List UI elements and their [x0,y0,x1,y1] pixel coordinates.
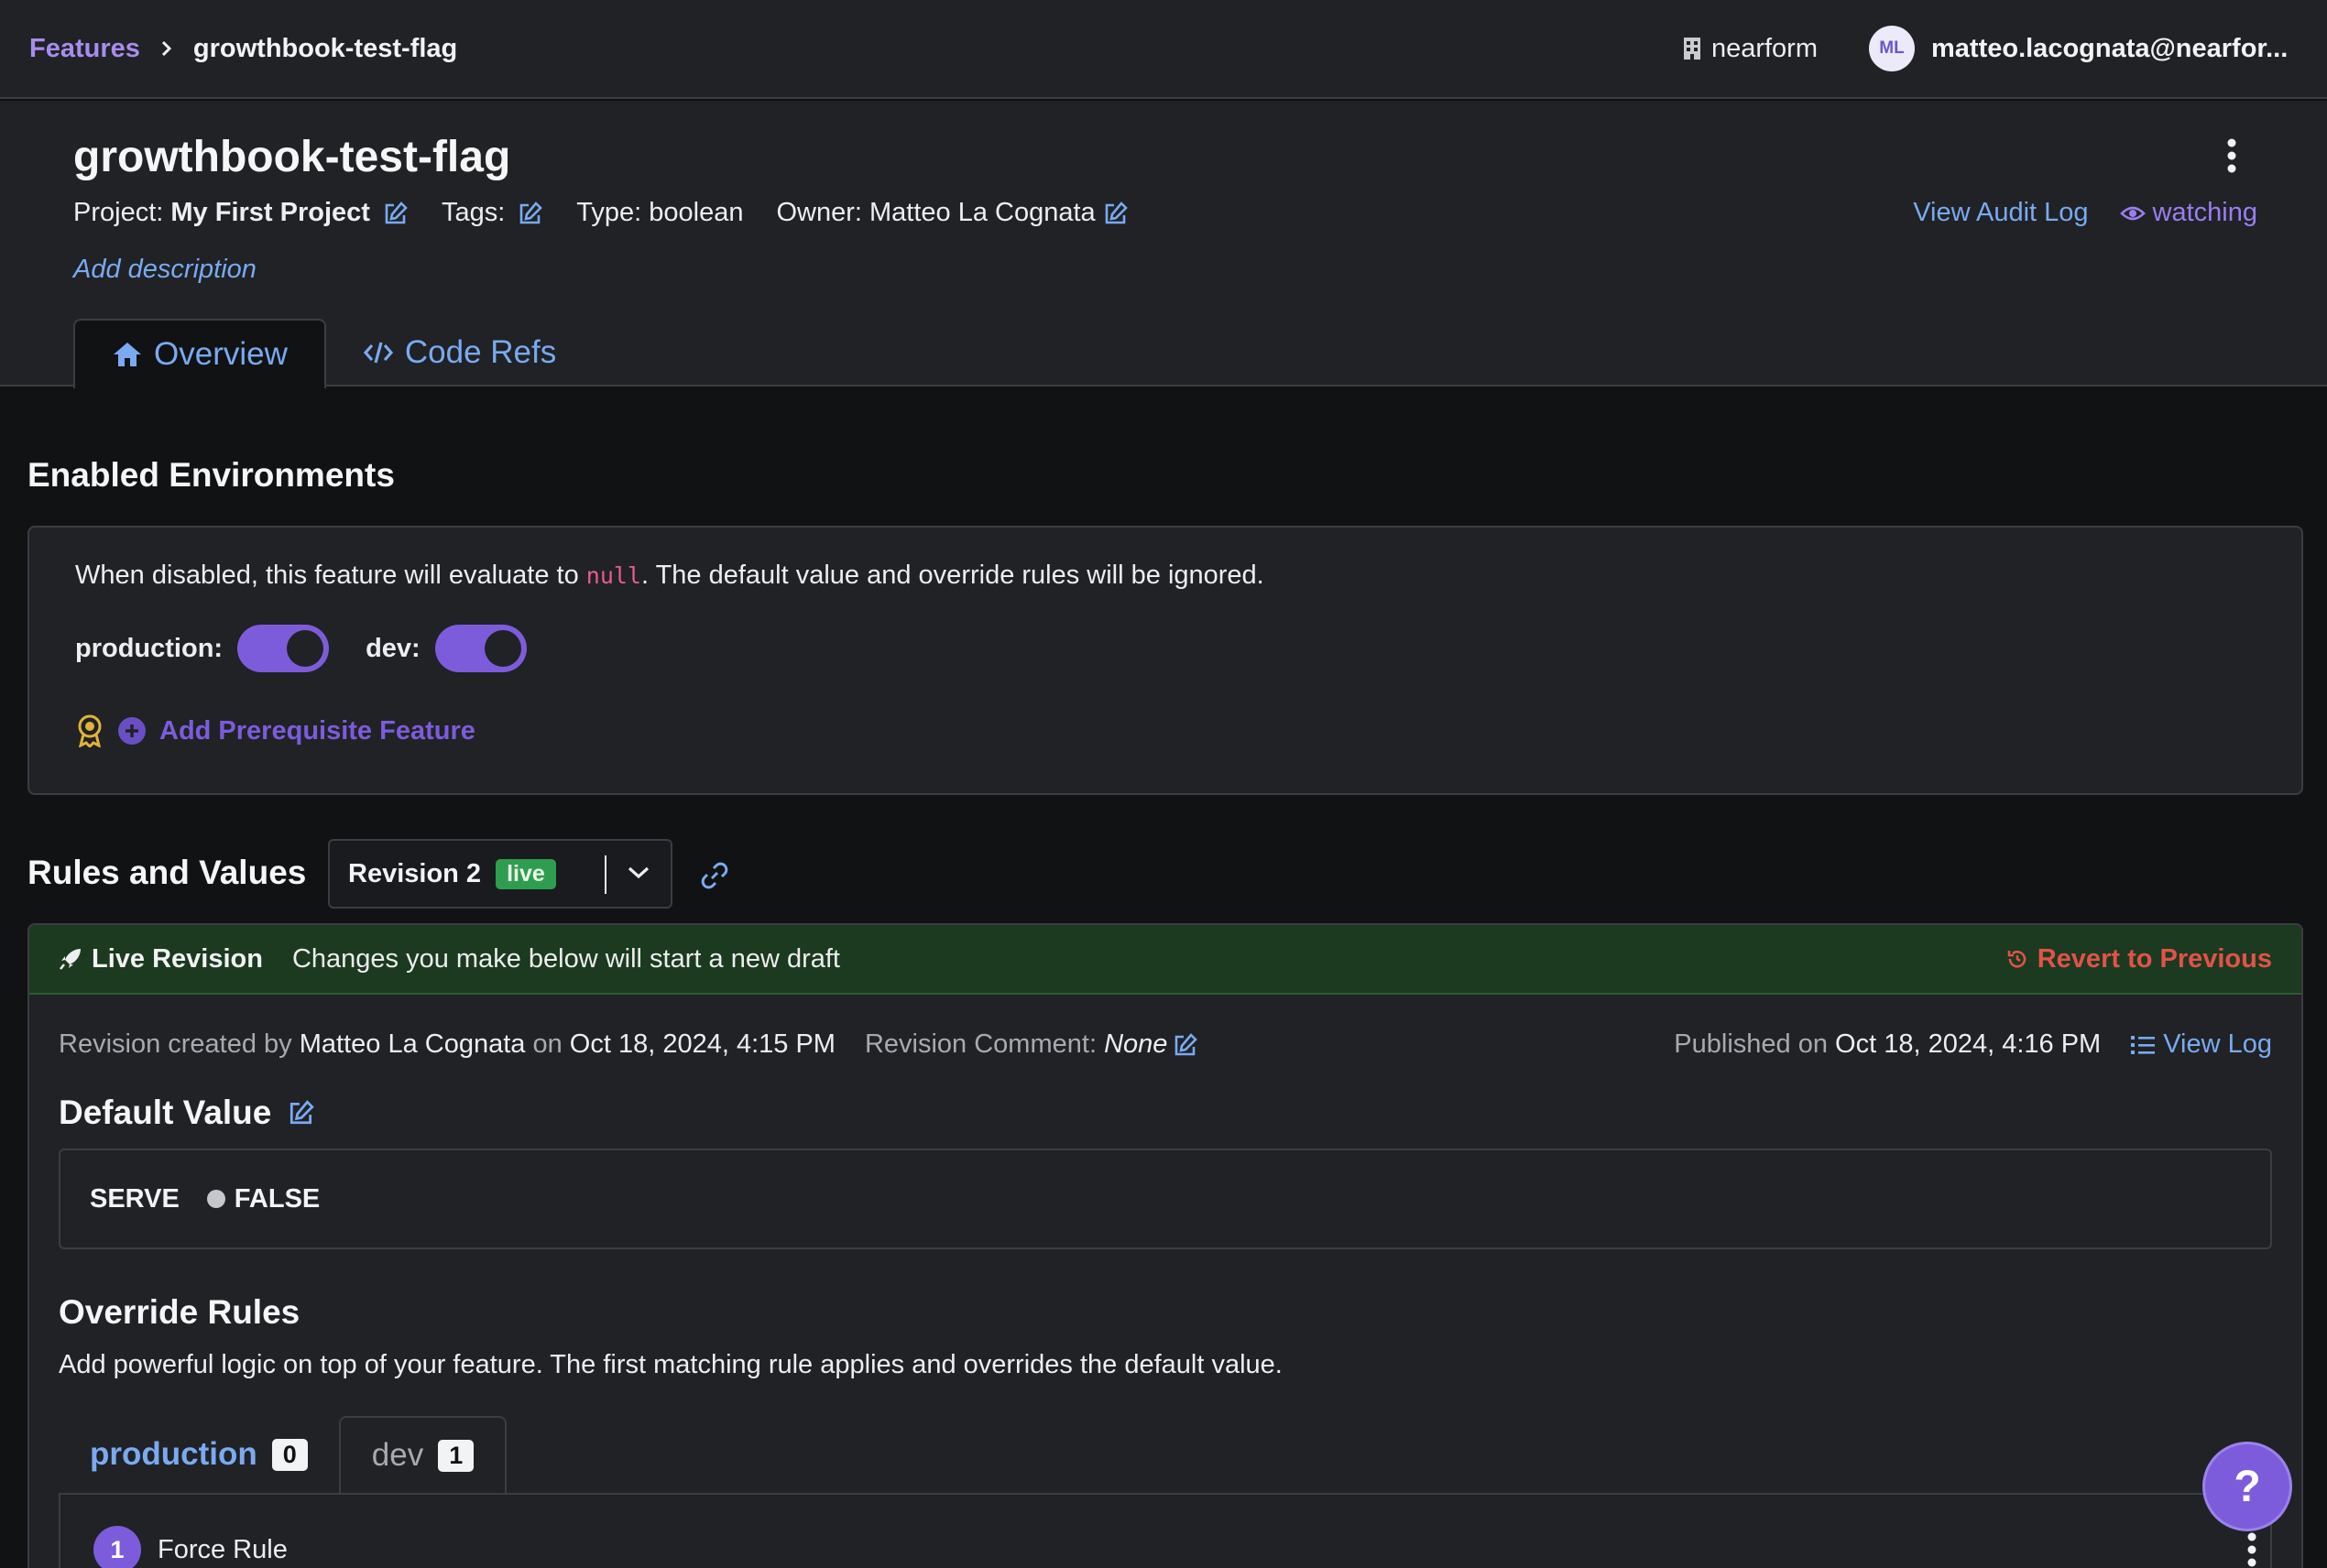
header-actions: View Audit Log watching [1913,198,2257,228]
tab-production[interactable]: production 0 [59,1416,339,1493]
production-count-badge: 0 [271,1438,308,1471]
rules-panel: Live Revision Changes you make below wil… [27,923,2303,1568]
building-icon [1682,36,1702,61]
serve-label: SERVE [90,1183,180,1214]
enabled-environments-heading: Enabled Environments [27,456,395,494]
watching-toggle[interactable]: watching [2153,198,2257,228]
revert-to-previous-button[interactable]: Revert to Previous [2006,944,2272,975]
owner-text: Owner: Matteo La Cognata [776,198,1096,227]
env-desc-text-after: . The default value and override rules w… [640,561,1264,590]
default-value-box: SERVE FALSE [59,1149,2272,1249]
edit-default-value-icon[interactable] [288,1099,315,1127]
rule-title: Force Rule [158,1535,288,1564]
tab-code-refs[interactable]: Code Refs [326,319,593,387]
project-label: Project: [73,198,164,227]
add-prerequisite-label: Add Prerequisite Feature [159,715,475,746]
more-options-icon[interactable] [2226,137,2237,174]
tab-dev[interactable]: dev 1 [338,1416,508,1493]
rules-and-values-heading: Rules and Values [27,854,307,891]
serve-value: FALSE [234,1183,321,1214]
live-revision-title: Live Revision [92,943,263,974]
chevron-right-icon [160,39,173,58]
breadcrumb-current: growthbook-test-flag [192,33,458,63]
org-name: nearform [1710,33,1818,63]
edit-project-icon[interactable] [383,201,409,226]
tab-overview-label: Overview [154,336,288,372]
tags-label: Tags: [441,198,506,227]
live-revision-banner: Live Revision Changes you make below wil… [29,925,2301,995]
null-code: null [585,562,641,589]
code-icon [363,339,394,366]
revision-label: Revision 2 [348,858,482,888]
plus-circle-icon [117,716,147,746]
toggle-production[interactable] [237,625,330,672]
edit-owner-icon[interactable] [1103,201,1129,226]
home-icon [112,341,143,368]
toggle-dev-label: dev: [366,633,421,663]
revision-meta: Revision created by Matteo La Cognata on… [59,1029,1198,1060]
toggle-dev[interactable] [434,625,527,672]
add-description-link[interactable]: Add description [73,255,257,285]
user-menu[interactable]: matteo.lacognata@nearfor... [1931,34,2298,64]
tab-code-refs-label: Code Refs [404,334,557,370]
rule-more-options-icon[interactable] [2246,1531,2257,1568]
override-rules-description: Add powerful logic on top of your featur… [59,1350,1283,1379]
environment-toggles: production: dev: [75,625,563,672]
feature-meta: Project: My First Project Tags: Type: bo… [73,198,1129,228]
help-button[interactable]: ? [2202,1442,2292,1531]
type-text: Type: boolean [576,198,744,227]
created-prefix: Revision created by [59,1029,292,1059]
revision-dropdown[interactable]: Revision 2 live [328,839,672,909]
view-log-link[interactable]: View Log [2163,1029,2272,1060]
link-icon[interactable] [700,861,729,890]
rocket-icon [59,947,82,971]
rule-number-badge: 1 [93,1526,141,1568]
tab-overview[interactable]: Overview [73,319,326,388]
value-dot-icon [206,1190,225,1208]
created-on-prefix: on [525,1029,570,1059]
history-icon [2006,948,2028,970]
breadcrumb-features-link[interactable]: Features [29,34,140,64]
revert-label: Revert to Previous [2037,943,2272,974]
tab-dev-label: dev [371,1437,424,1473]
published-prefix: Published on [1674,1029,1828,1059]
add-prerequisite-button[interactable]: Add Prerequisite Feature [75,714,475,747]
dev-count-badge: 1 [438,1439,475,1472]
published-meta: Published on Oct 18, 2024, 4:16 PM View … [1674,1029,2272,1060]
feature-tabs: Overview Code Refs [73,319,593,388]
created-on: Oct 18, 2024, 4:15 PM [569,1029,836,1059]
feature-header: growthbook-test-flag Project: My First P… [0,101,2327,388]
list-icon [2130,1034,2156,1056]
tab-production-label: production [90,1436,257,1472]
environments-panel: When disabled, this feature will evaluat… [27,526,2303,795]
eye-icon [2119,204,2146,223]
edit-tags-icon[interactable] [518,201,543,226]
default-value-title: Default Value [59,1094,272,1131]
rule-list: 1 Force Rule [59,1493,2272,1568]
project-value: My First Project [170,198,370,227]
award-icon [75,714,104,747]
comment-label: Revision Comment: [864,1029,1097,1059]
edit-comment-icon[interactable] [1173,1032,1198,1058]
live-revision-subtitle: Changes you make below will start a new … [291,943,840,974]
toggle-production-label: production: [75,633,224,663]
live-badge: live [496,858,556,889]
env-desc-text: When disabled, this feature will evaluat… [75,561,586,590]
environments-description: When disabled, this feature will evaluat… [75,561,1264,591]
environment-rule-tabs: production 0 dev 1 [59,1416,508,1493]
view-audit-log-link[interactable]: View Audit Log [1913,198,2088,228]
published-on: Oct 18, 2024, 4:16 PM [1835,1029,2102,1059]
chevron-down-icon [627,865,650,881]
org-selector[interactable]: nearform [1682,34,1818,64]
page-title: growthbook-test-flag [73,133,511,181]
comment-value: None [1104,1029,1168,1059]
avatar[interactable]: ML [1869,26,1915,71]
default-value-heading: Default Value [59,1094,315,1132]
created-by: Matteo La Cognata [299,1029,526,1059]
top-navbar: Features growthbook-test-flag nearform M… [0,0,2327,99]
override-rules-heading: Override Rules [59,1293,300,1331]
